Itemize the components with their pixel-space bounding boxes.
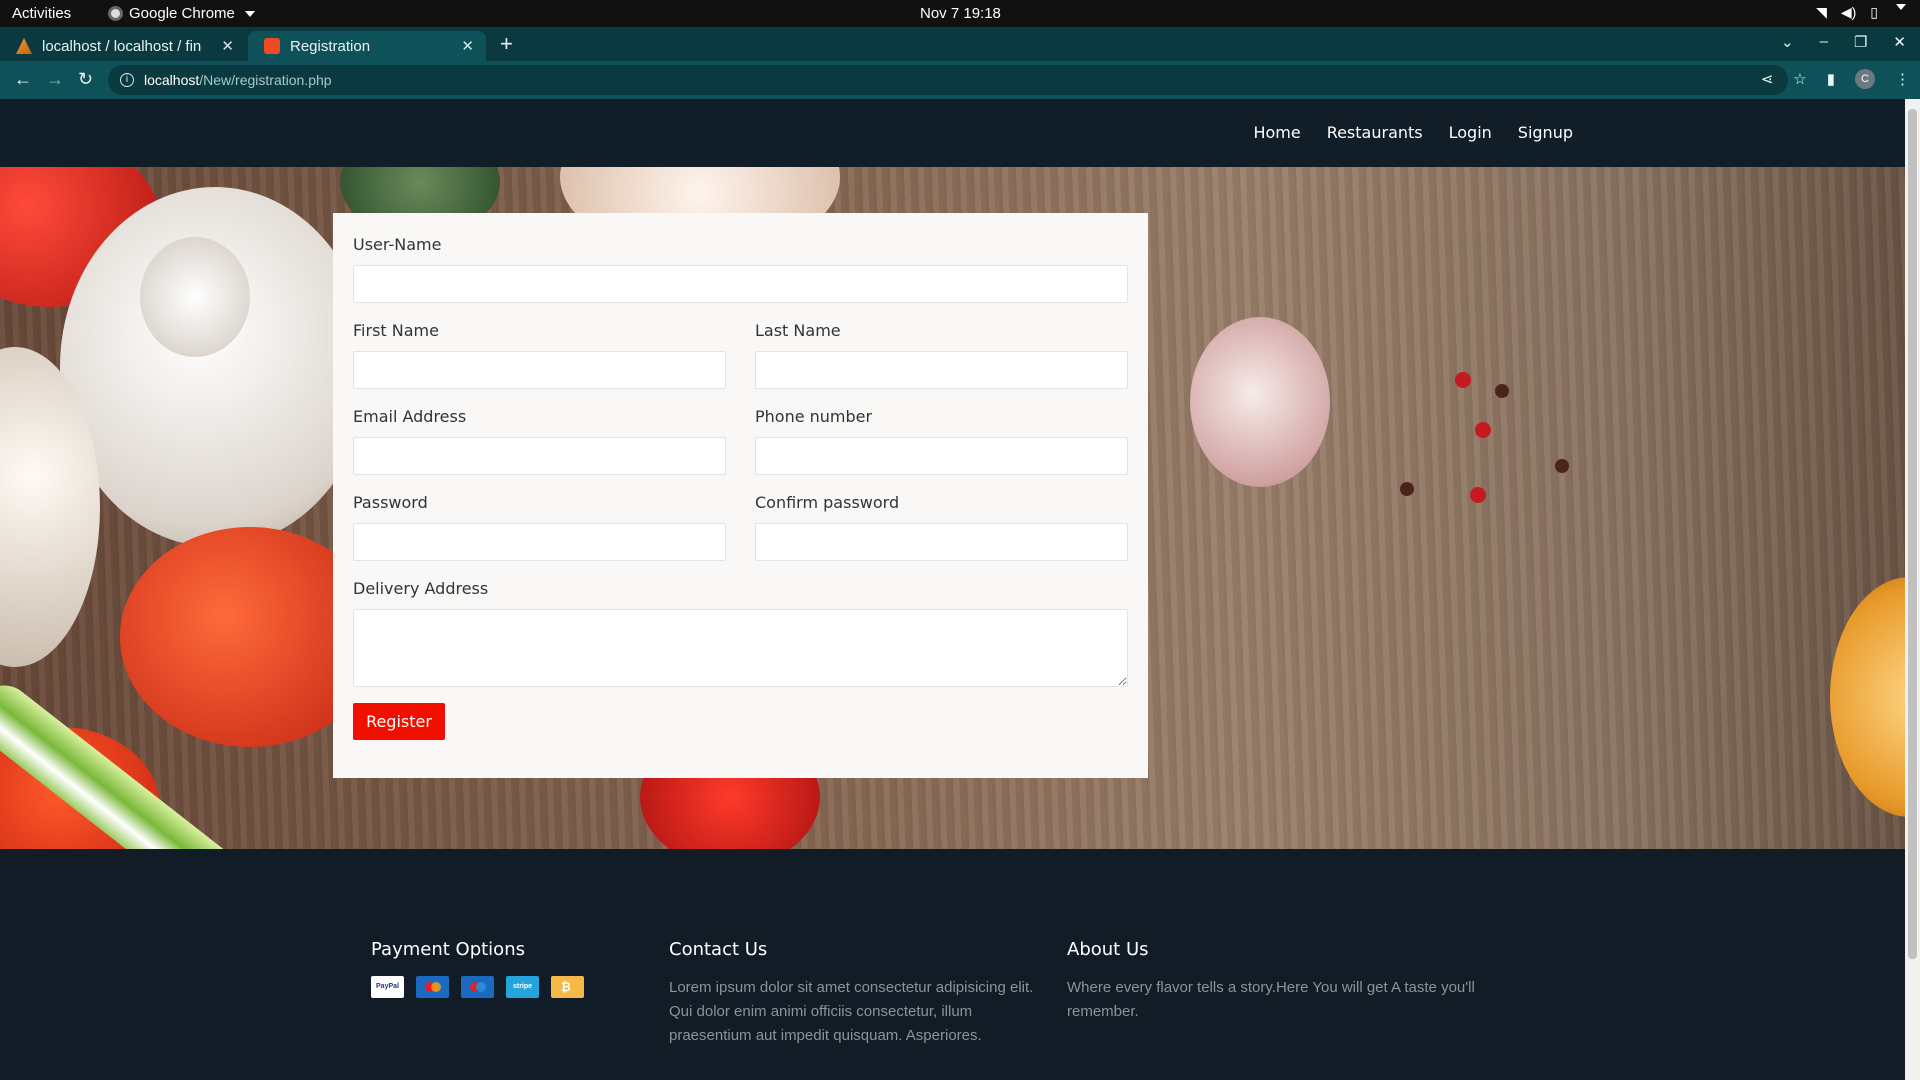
- peppercorn-image: [1470, 487, 1486, 503]
- page-scrollbar[interactable]: [1905, 99, 1920, 1080]
- register-button[interactable]: Register: [353, 703, 445, 740]
- registration-form: User-Name First Name Last Name Email Add…: [333, 213, 1148, 778]
- nav-login[interactable]: Login: [1449, 123, 1492, 142]
- payment-options-heading: Payment Options: [371, 939, 525, 960]
- nav-restaurants[interactable]: Restaurants: [1327, 123, 1423, 142]
- password-label: Password: [353, 493, 428, 512]
- app-menu-label: Google Chrome: [129, 5, 235, 22]
- first-name-label: First Name: [353, 321, 439, 340]
- contact-heading: Contact Us: [669, 939, 768, 960]
- chrome-icon: [108, 6, 123, 21]
- profile-avatar[interactable]: C: [1855, 69, 1875, 89]
- new-tab-button[interactable]: +: [500, 31, 513, 57]
- system-top-bar: Activities Google Chrome Nov 7 19:18 ◥ ◀…: [0, 0, 1920, 27]
- nav-signup[interactable]: Signup: [1518, 123, 1573, 142]
- mushroom-gill-image: [140, 237, 250, 357]
- system-tray[interactable]: ◥ ◀) ▯: [1816, 4, 1906, 21]
- payment-icons: PayPal stripe: [371, 976, 631, 998]
- contact-section: Contact Us Lorem ipsum dolor sit amet co…: [669, 939, 1039, 1048]
- minimize-icon[interactable]: –: [1820, 33, 1828, 51]
- volume-icon: ◀): [1840, 4, 1857, 20]
- stripe-icon: stripe: [506, 976, 539, 998]
- url-path: /New/registration.php: [199, 72, 332, 88]
- tab-registration[interactable]: Registration ✕: [248, 31, 486, 61]
- caret-down-icon: [244, 10, 255, 17]
- tab-title: Registration: [290, 37, 371, 55]
- about-heading: About Us: [1067, 939, 1149, 960]
- mastercard-icon: [416, 976, 449, 998]
- toolbar-actions: ⋖ ☆ ▮ C ⋮: [1761, 69, 1910, 89]
- peppercorn-image: [1495, 384, 1509, 398]
- peppercorn-image: [1555, 459, 1569, 473]
- address-bar[interactable]: i localhost /New/registration.php: [108, 65, 1788, 95]
- orange-image: [1830, 577, 1905, 817]
- close-window-icon[interactable]: ✕: [1893, 33, 1906, 51]
- phone-input[interactable]: [755, 437, 1128, 475]
- username-input[interactable]: [353, 265, 1128, 303]
- peppercorn-image: [1455, 372, 1471, 388]
- forward-arrow-icon[interactable]: →: [46, 69, 64, 90]
- page-viewport: Home Restaurants Login Signup User-Name …: [0, 99, 1905, 1080]
- menu-dots-icon[interactable]: ⋮: [1895, 70, 1910, 88]
- scrollbar-thumb[interactable]: [1908, 109, 1917, 959]
- address-label: Delivery Address: [353, 579, 489, 598]
- clock[interactable]: Nov 7 19:18: [920, 5, 1001, 22]
- first-name-input[interactable]: [353, 351, 726, 389]
- tab-search-icon[interactable]: ⌄: [1781, 33, 1794, 51]
- contact-text: Lorem ipsum dolor sit amet consectetur a…: [669, 979, 1034, 1044]
- maestro-icon: [461, 976, 494, 998]
- tab-strip: localhost / localhost / fin ✕ Registrati…: [0, 27, 1920, 61]
- caret-down-icon: [1896, 4, 1906, 10]
- email-input[interactable]: [353, 437, 726, 475]
- paypal-icon: PayPal: [371, 976, 404, 998]
- phpmyadmin-favicon-icon: [16, 38, 32, 54]
- tab-title: localhost / localhost / fin: [42, 37, 202, 55]
- main-nav: Home Restaurants Login Signup: [1253, 123, 1573, 142]
- reload-icon[interactable]: ↻: [78, 69, 93, 90]
- delivery-address-textarea[interactable]: [353, 609, 1128, 687]
- bitcoin-icon: [551, 976, 584, 998]
- tab-phpmyadmin[interactable]: localhost / localhost / fin ✕: [0, 31, 246, 61]
- password-input[interactable]: [353, 523, 726, 561]
- maximize-icon[interactable]: ❐: [1854, 33, 1867, 51]
- site-footer: Payment Options PayPal stripe Contact Us…: [0, 849, 1905, 1080]
- battery-icon: ▯: [1870, 4, 1878, 20]
- confirm-password-input[interactable]: [755, 523, 1128, 561]
- browser-toolbar: ← → ↻ i localhost /New/registration.php …: [0, 61, 1920, 99]
- share-icon[interactable]: ⋖: [1761, 70, 1774, 88]
- last-name-input[interactable]: [755, 351, 1128, 389]
- wifi-icon: ◥: [1816, 4, 1827, 20]
- peppercorn-image: [1475, 422, 1491, 438]
- username-label: User-Name: [353, 235, 442, 254]
- about-text: Where every flavor tells a story.Here Yo…: [1067, 979, 1475, 1020]
- url-host: localhost: [144, 72, 200, 88]
- window-controls: ⌄ – ❐ ✕: [1781, 33, 1906, 51]
- hero-background: User-Name First Name Last Name Email Add…: [0, 167, 1905, 849]
- peppercorn-image: [1400, 482, 1414, 496]
- site-header: Home Restaurants Login Signup: [0, 99, 1905, 167]
- site-info-icon[interactable]: i: [120, 73, 134, 87]
- about-section: About Us Where every flavor tells a stor…: [1067, 939, 1507, 1024]
- close-icon[interactable]: ✕: [221, 37, 234, 55]
- last-name-label: Last Name: [755, 321, 841, 340]
- phone-label: Phone number: [755, 407, 873, 426]
- close-icon[interactable]: ✕: [461, 37, 474, 55]
- app-menu[interactable]: Google Chrome: [108, 5, 255, 22]
- nav-home[interactable]: Home: [1253, 123, 1300, 142]
- activities-button[interactable]: Activities: [12, 5, 71, 22]
- confirm-password-label: Confirm password: [755, 493, 900, 512]
- site-favicon-icon: [264, 38, 280, 54]
- payment-options-section: Payment Options PayPal stripe: [371, 939, 631, 998]
- bookmark-star-icon[interactable]: ☆: [1793, 70, 1806, 88]
- garlic-image: [1190, 317, 1330, 487]
- email-label: Email Address: [353, 407, 467, 426]
- side-panel-icon[interactable]: ▮: [1827, 70, 1835, 88]
- back-arrow-icon[interactable]: ←: [14, 69, 32, 90]
